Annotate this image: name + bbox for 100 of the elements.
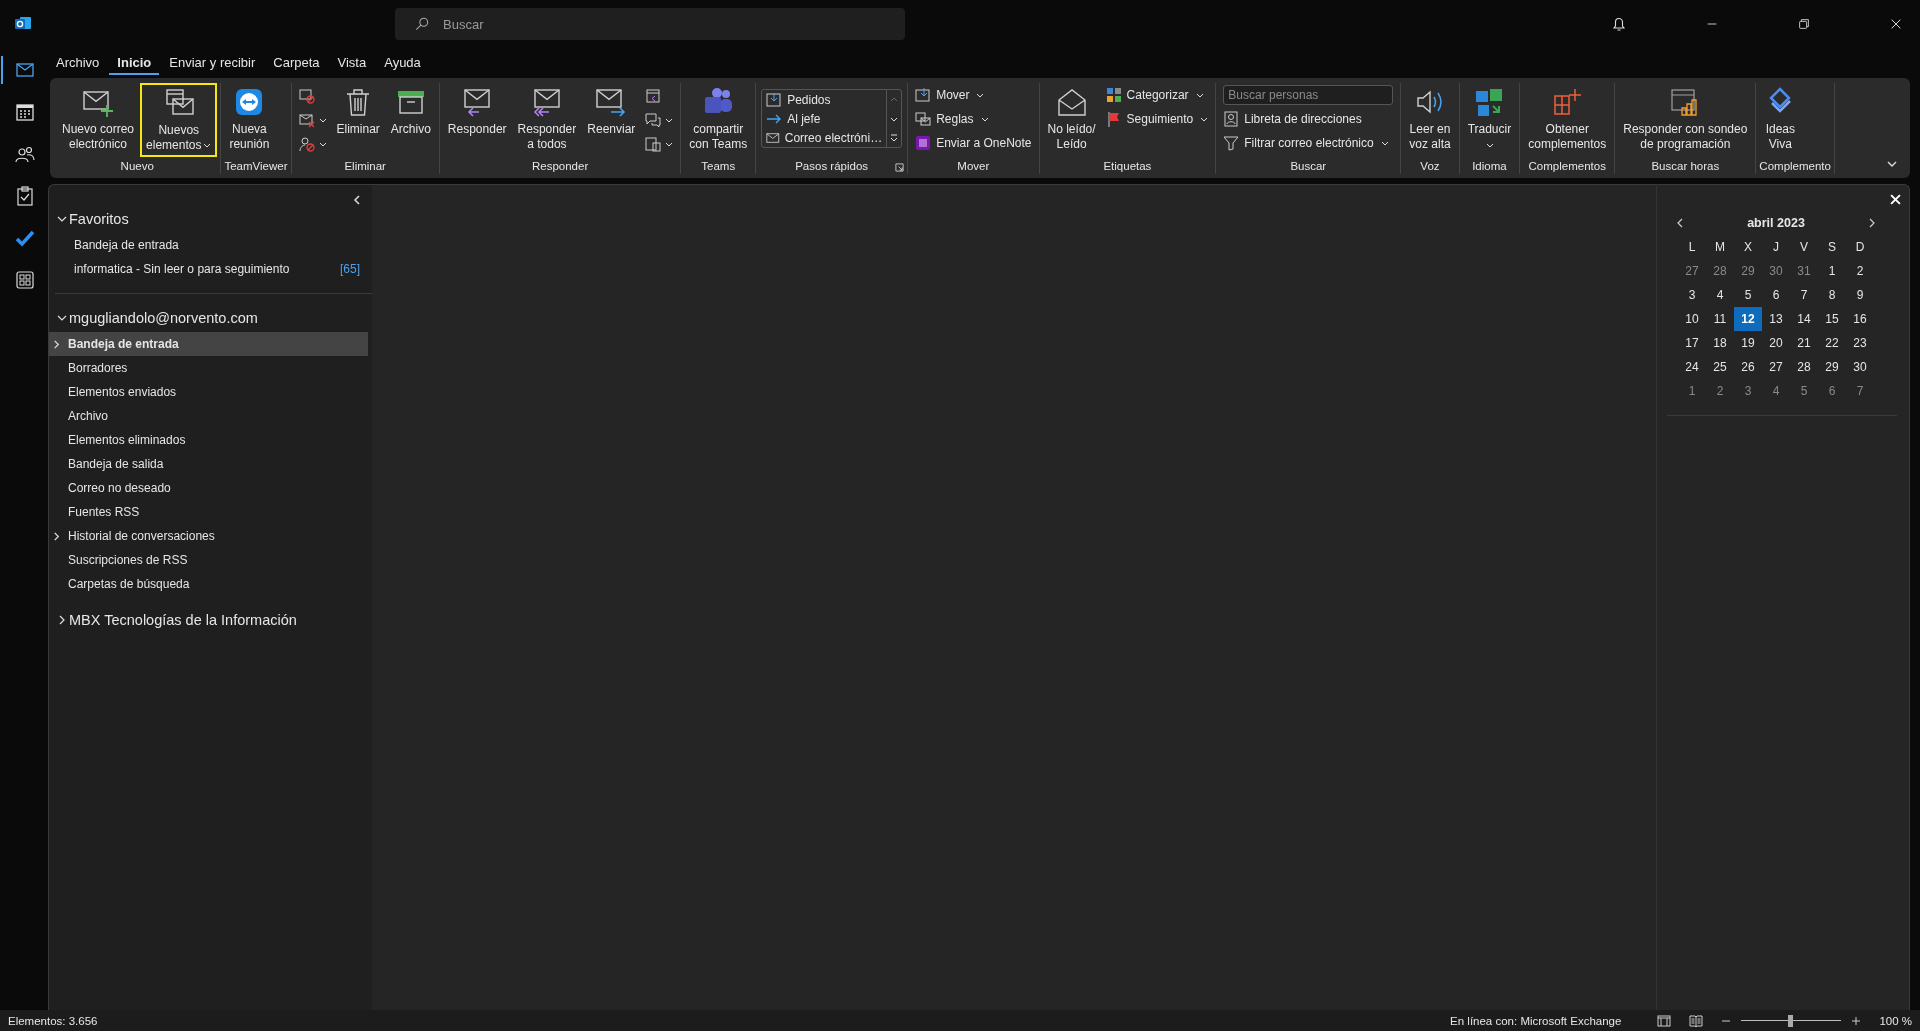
calendar-day[interactable]: 18 [1706, 331, 1734, 355]
archive-button[interactable]: Archivo [385, 83, 436, 157]
calendar-day[interactable]: 3 [1734, 379, 1762, 403]
ribbon-tab[interactable]: Carpeta [265, 51, 328, 75]
quick-step-item[interactable]: Correo electróni… [762, 128, 887, 147]
quick-step-item[interactable]: Al jefe [762, 109, 887, 128]
reply-all-button[interactable]: Responder a todos [512, 83, 582, 157]
forward-button[interactable]: Reenviar [582, 83, 641, 157]
calendar-day[interactable]: 31 [1790, 259, 1818, 283]
close-icon[interactable] [1889, 17, 1903, 31]
folder-item[interactable]: Fuentes RSS [49, 500, 368, 524]
calendar-day[interactable]: 28 [1706, 259, 1734, 283]
unread-read-button[interactable]: No leído/ Leído [1042, 83, 1101, 157]
folder-item[interactable]: Correo no deseado [49, 476, 368, 500]
next-month-icon[interactable] [1867, 218, 1877, 228]
calendar-day[interactable]: 20 [1762, 331, 1790, 355]
move-button[interactable]: Mover [911, 85, 1036, 105]
folder-item[interactable]: Bandeja de entrada [55, 233, 368, 257]
normal-view-icon[interactable] [1657, 1014, 1672, 1027]
ribbon-tab[interactable]: Ayuda [376, 51, 429, 75]
calendar-day[interactable]: 1 [1678, 379, 1706, 403]
calendar-day[interactable]: 10 [1678, 307, 1706, 331]
calendar-day[interactable]: 2 [1706, 379, 1734, 403]
calendar-day[interactable]: 22 [1818, 331, 1846, 355]
filter-mail-button[interactable]: Filtrar correo electrónico [1219, 133, 1398, 153]
calendar-day[interactable]: 23 [1846, 331, 1874, 355]
calendar-day[interactable]: 5 [1734, 283, 1762, 307]
calendar-day[interactable]: 21 [1790, 331, 1818, 355]
scheduling-poll-button[interactable]: Responder con sondeo de programación [1618, 83, 1753, 157]
reply-button[interactable]: Responder [442, 83, 512, 157]
folder-section-header[interactable]: MBX Tecnologías de la Información [49, 608, 372, 632]
zoom-in-icon[interactable] [1851, 1015, 1862, 1026]
calendar-day[interactable]: 7 [1846, 379, 1874, 403]
folder-section-header[interactable]: Favoritos [49, 207, 372, 231]
calendar-day[interactable]: 6 [1762, 283, 1790, 307]
follow-up-button[interactable]: Seguimiento [1101, 109, 1213, 129]
reading-view-icon[interactable] [1689, 1014, 1704, 1027]
calendar-day[interactable]: 29 [1734, 259, 1762, 283]
share-teams-button[interactable]: compartir con Teams [684, 83, 753, 157]
search-field[interactable]: Buscar [395, 8, 905, 40]
bell-icon[interactable] [1611, 16, 1627, 32]
close-icon[interactable] [1890, 194, 1901, 205]
chevron-icon[interactable] [52, 339, 61, 349]
folder-item[interactable]: Historial de conversaciones [49, 524, 368, 548]
folder-item[interactable]: Archivo [49, 404, 368, 428]
previous-month-icon[interactable] [1675, 218, 1685, 228]
ribbon-tab[interactable]: Archivo [48, 51, 108, 75]
calendar-day[interactable]: 4 [1706, 283, 1734, 307]
calendar-day[interactable]: 4 [1762, 379, 1790, 403]
read-aloud-button[interactable]: Leer en voz alta [1404, 83, 1456, 157]
send-onenote-button[interactable]: Enviar a OneNote [911, 133, 1036, 153]
calendar-day[interactable]: 14 [1790, 307, 1818, 331]
calendar-day[interactable]: 9 [1846, 283, 1874, 307]
calendar-day[interactable]: 25 [1706, 355, 1734, 379]
calendar-day[interactable]: 27 [1762, 355, 1790, 379]
search-people-field[interactable]: Buscar personas [1223, 85, 1394, 105]
calendar-day[interactable]: 13 [1762, 307, 1790, 331]
folder-item[interactable]: Suscripciones de RSS [49, 548, 368, 572]
viva-ideas-button[interactable]: Ideas Viva [1759, 83, 1802, 157]
expand-gallery-icon[interactable] [889, 132, 900, 143]
folder-item[interactable]: Borradores [49, 356, 368, 380]
calendar-day[interactable]: 27 [1678, 259, 1706, 283]
folder-item[interactable]: Bandeja de entrada [49, 332, 368, 356]
calendar-day[interactable]: 26 [1734, 355, 1762, 379]
calendar-day[interactable]: 11 [1706, 307, 1734, 331]
slider-thumb[interactable] [1788, 1014, 1794, 1027]
calendar-day[interactable]: 19 [1734, 331, 1762, 355]
calendar-day[interactable]: 24 [1678, 355, 1706, 379]
calendar-day[interactable]: 15 [1818, 307, 1846, 331]
folder-item[interactable]: Carpetas de búsqueda [49, 572, 368, 596]
calendar-day[interactable]: 17 [1678, 331, 1706, 355]
rules-button[interactable]: Reglas [911, 109, 1036, 129]
calendar-day[interactable]: 30 [1762, 259, 1790, 283]
ribbon-tab[interactable]: Inicio [109, 51, 160, 75]
calendar-day[interactable]: 6 [1818, 379, 1846, 403]
calendar-day[interactable]: 29 [1818, 355, 1846, 379]
calendar-day[interactable]: 1 [1818, 259, 1846, 283]
ribbon-tab[interactable]: Vista [329, 51, 375, 75]
ribbon-tab[interactable]: Enviar y recibir [161, 51, 264, 75]
calendar-day[interactable]: 8 [1818, 283, 1846, 307]
new-mail-button[interactable]: Nuevo correo electrónico [57, 83, 140, 157]
translate-button[interactable]: Traducir [1462, 83, 1517, 157]
categorize-button[interactable]: Categorizar [1101, 85, 1213, 105]
collapse-pane-icon[interactable] [352, 195, 362, 205]
calendar-day[interactable]: 3 [1678, 283, 1706, 307]
calendar-day[interactable]: 12 [1734, 307, 1762, 331]
calendar-day[interactable]: 2 [1846, 259, 1874, 283]
new-items-button[interactable]: Nuevos elementos [140, 83, 218, 157]
folder-section-header[interactable]: mgugliandolo@norvento.com [49, 306, 372, 330]
folder-item[interactable]: informatica - Sin leer o para seguimiento [65] [55, 257, 368, 281]
folder-item[interactable]: Elementos enviados [49, 380, 368, 404]
calendar-day[interactable]: 30 [1846, 355, 1874, 379]
calendar-day[interactable]: 7 [1790, 283, 1818, 307]
quick-step-item[interactable]: Pedidos [762, 90, 887, 109]
delete-button[interactable]: Eliminar [331, 83, 385, 157]
get-add-ins-button[interactable]: Obtener complementos [1523, 83, 1612, 157]
dialog-launcher-icon[interactable] [895, 163, 905, 172]
address-book-button[interactable]: Libreta de direcciones [1219, 109, 1398, 129]
calendar-day[interactable]: 5 [1790, 379, 1818, 403]
folder-item[interactable]: Bandeja de salida [49, 452, 368, 476]
